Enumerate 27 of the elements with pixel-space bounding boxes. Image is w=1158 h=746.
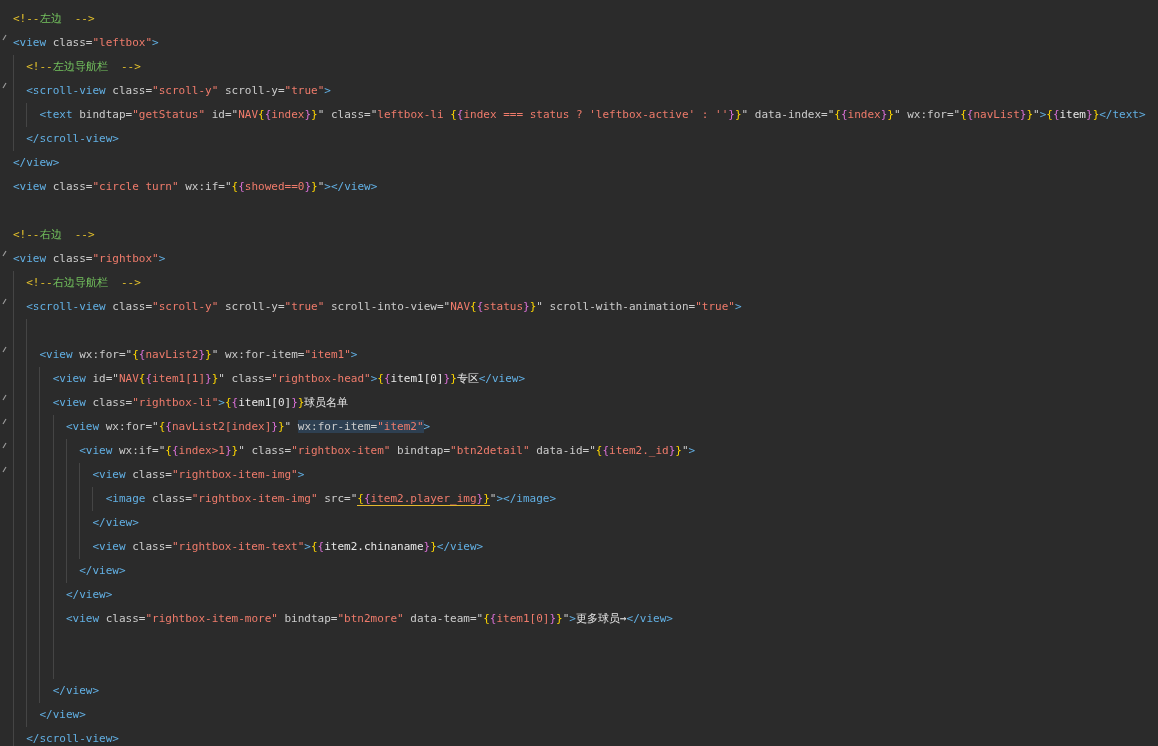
code-line: <view class="rightbox-item-text">{{item2.chinaname}}</view> — [92, 539, 484, 555]
code-line: <view id="NAV{{item1[1]}}" class="rightbox-head">{{item1[0]}}专区</view> — [52, 371, 526, 387]
code-line: <view class="rightbox-item-more" bindtap="btn2more" data-team="{{item1[0]}}">更多球员→</view> — [65, 611, 673, 627]
code-line: <!--左边导航栏 --> — [26, 59, 141, 75]
code-line: </scroll-view> — [26, 731, 119, 746]
code-line: <text bindtap="getStatus" id="NAV{{index}}" class="leftbox-li {{index === status ? 'leftbox-active' : ''}}" data-index="{{index}}" wx:for="{{navList}}">{{item}}</text> — [39, 107, 1146, 123]
code-line: </view> — [39, 707, 86, 723]
code-line: </view> — [52, 683, 100, 699]
code-line: <view class="circle turn" wx:if="{{showed==0}}"></view> — [13, 179, 378, 195]
code-line: </view> — [13, 155, 60, 171]
code-line: <!--左边 --> — [13, 11, 95, 27]
code-line: <scroll-view class="scroll-y" scroll-y="true" scroll-into-view="NAV{{status}}" scroll-with-animation="true"> — [26, 299, 742, 315]
code-line: <image class="rightbox-item-img" src="{{item2.player_img}}"></image> — [105, 491, 557, 508]
code-line: <!--右边 --> — [13, 227, 95, 243]
code-line: <view class="leftbox"> — [13, 35, 159, 51]
code-line: <view class="rightbox"> — [13, 251, 166, 267]
code-line: </view> — [79, 563, 126, 579]
code-line: <view class="rightbox-item-img"> — [92, 467, 305, 483]
code-line: <view class="rightbox-li">{{item1[0]}}球员名单 — [52, 395, 349, 411]
code-line: <scroll-view class="scroll-y" scroll-y="true"> — [26, 83, 331, 99]
code-line: <view wx:for="{{navList2}}" wx:for-item="item1"> — [39, 347, 358, 363]
code-line: </view> — [92, 515, 139, 531]
code-line: <!--右边导航栏 --> — [26, 275, 141, 291]
code-line: <view wx:if="{{index>1}}" class="rightbox-item" bindtap="btn2detail" data-id="{{item2._id}}"> — [79, 443, 696, 459]
code-line: <view wx:for="{{navList2[index]}}" wx:for-item="item2"> — [65, 419, 431, 435]
code-line: </view> — [65, 587, 113, 603]
code-line: </scroll-view> — [26, 131, 119, 147]
